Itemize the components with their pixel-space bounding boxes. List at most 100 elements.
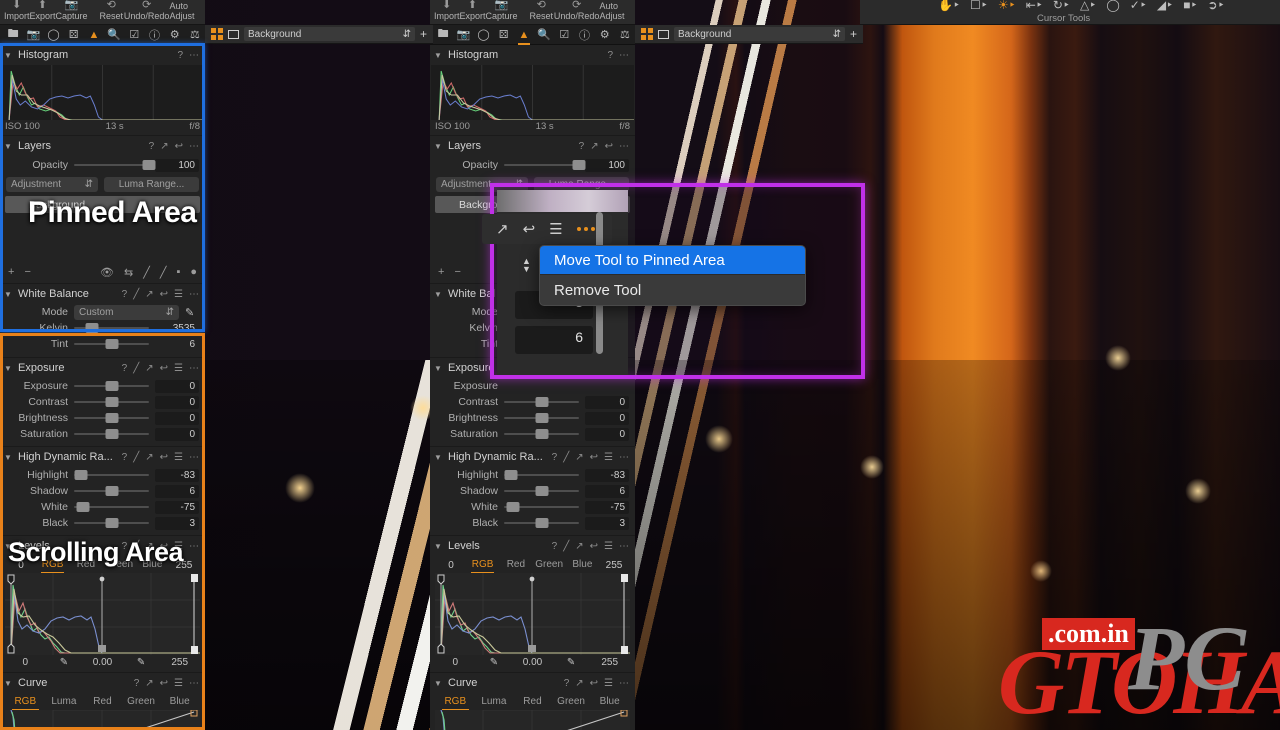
chevron-down-icon[interactable]: ▼ xyxy=(522,265,531,274)
levels-graph[interactable] xyxy=(435,573,630,655)
left-toolstrip[interactable]: 🖿 📷 ◯ ⚄ ▲ 🔍 ☑ ⓘ ⚙ ⚖ xyxy=(0,25,205,45)
eye-visibility-icon[interactable]: 👁 xyxy=(100,266,114,279)
details-loupe-icon[interactable]: 🔍 xyxy=(104,26,124,44)
levels-tab-blue[interactable]: Blue xyxy=(566,557,599,573)
menu-reset[interactable]: ⟲ Reset xyxy=(529,0,554,22)
reset-undo-icon[interactable]: ↩ xyxy=(590,541,598,552)
grid-view-icon[interactable] xyxy=(641,28,653,40)
help-icon[interactable]: ? xyxy=(122,363,128,374)
gradient-tool-icon[interactable]: ◢‣ xyxy=(1157,0,1173,12)
layer-type-row[interactable]: Adjustment ⇵ Luma Range... xyxy=(0,174,205,194)
slider-row[interactable]: Shadow 6 xyxy=(0,483,205,499)
rotate-tool-icon[interactable]: ↻‣ xyxy=(1053,0,1070,12)
wb-mode-row[interactable]: Mode Custom ⇵ ✎ xyxy=(0,304,205,320)
levels-tab-green[interactable]: Green xyxy=(533,557,566,573)
help-icon[interactable]: ? xyxy=(564,678,570,689)
slider-row[interactable]: Black 3 xyxy=(0,515,205,531)
add-layer-icon[interactable]: + xyxy=(420,27,427,41)
adjustments-icon[interactable]: ☑ xyxy=(554,26,574,44)
levels-footer[interactable]: 0 ✎ 0.00 ✎ 255 xyxy=(430,655,635,672)
help-icon[interactable]: ? xyxy=(579,141,585,152)
wb-kelvin-value[interactable]: 3535 xyxy=(155,322,199,335)
levels-channel-tabs[interactable]: 0 RGB Red Green Blue 255 xyxy=(430,556,635,573)
slider-row[interactable]: Saturation 0 xyxy=(0,426,205,442)
more-dots-icon[interactable]: ⋯ xyxy=(619,452,629,463)
slider-value[interactable]: 0 xyxy=(585,395,629,409)
straighten-tool-icon[interactable]: ⇤‣ xyxy=(1026,0,1043,12)
slider-value[interactable]: 6 xyxy=(155,484,199,498)
eyedropper-white-icon[interactable]: ✎ xyxy=(122,657,161,668)
curve-tab-blue[interactable]: Blue xyxy=(160,694,199,710)
pencil-icon[interactable]: ╱ xyxy=(133,289,139,300)
camera-icon[interactable]: 📷 xyxy=(453,26,473,44)
wb-tint-value[interactable]: 6 xyxy=(155,338,199,351)
slider-row[interactable]: Exposure xyxy=(430,378,635,394)
exposure-header[interactable]: ▼ Exposure ? ╱ ↗ ↩ ☰ ⋯ xyxy=(0,358,205,378)
reset-undo-icon[interactable]: ↩ xyxy=(160,289,168,300)
chevron-down-icon[interactable]: ▼ xyxy=(434,290,443,299)
reset-undo-icon[interactable]: ↩ xyxy=(605,141,613,152)
help-icon[interactable]: ? xyxy=(552,541,558,552)
chevron-down-icon[interactable]: ▼ xyxy=(434,453,443,462)
color-editor-icon[interactable]: ⚄ xyxy=(494,26,514,44)
expand-arrow-icon[interactable]: ↗ xyxy=(145,289,153,300)
levels-header[interactable]: ▼ Levels ? ╱ ↗ ↩ ☰ ⋯ xyxy=(430,536,635,556)
brightness-slider[interactable] xyxy=(504,413,579,423)
layers-header[interactable]: ▼ Layers ? ↗ ↩ ⋯ xyxy=(0,136,205,156)
reset-undo-icon[interactable]: ↩ xyxy=(160,363,168,374)
opacity-value[interactable]: 100 xyxy=(585,158,629,172)
hamburger-menu-icon[interactable]: ☰ xyxy=(604,452,613,463)
help-icon[interactable]: ? xyxy=(122,289,128,300)
menu-export[interactable]: ⬆ Export xyxy=(460,0,486,22)
chevron-down-icon[interactable]: ▼ xyxy=(434,364,443,373)
curve-tab-red[interactable]: Red xyxy=(83,694,122,710)
kelvin-stepper[interactable]: ▲ ▼ xyxy=(522,257,531,274)
slider-value[interactable]: 0 xyxy=(585,427,629,441)
white-slider[interactable] xyxy=(504,502,579,512)
cursor-tools-icons[interactable]: ✋‣ ☐‣ ☀‣ ⇤‣ ↻‣ △‣ ◯ ✓‣ ◢‣ ■‣ ➲‣ xyxy=(938,0,1225,12)
brush-tool-icon[interactable]: ✓‣ xyxy=(1130,0,1147,12)
chevron-down-icon[interactable]: ▼ xyxy=(4,290,13,299)
levels-white-point[interactable]: 255 xyxy=(160,657,199,668)
add-layer-icon[interactable]: + xyxy=(438,266,444,278)
curve-header[interactable]: ▼ Curve ? ↗ ↩ ☰ ⋯ xyxy=(430,673,635,693)
adjustments-icon[interactable]: ☑ xyxy=(124,26,144,44)
pencil-icon[interactable]: ╱ xyxy=(133,363,139,374)
slider-row[interactable]: Shadow 6 xyxy=(430,483,635,499)
histogram-header[interactable]: ▼ Histogram ? ⋯ xyxy=(430,45,635,65)
add-layer-icon[interactable]: + xyxy=(850,27,857,41)
details-loupe-icon[interactable]: 🔍 xyxy=(534,26,554,44)
saturation-slider[interactable] xyxy=(74,429,149,439)
luma-range-button[interactable]: Luma Range... xyxy=(104,176,199,192)
exposure-icon[interactable]: ▲ xyxy=(514,26,534,45)
slider-value[interactable]: 0 xyxy=(585,411,629,425)
slider-row[interactable]: Brightness 0 xyxy=(430,410,635,426)
menu-capture[interactable]: 📷 Capture xyxy=(486,0,518,22)
layer-dropdown[interactable]: Background ⇵ xyxy=(674,27,845,41)
lens-circle-icon[interactable]: ◯ xyxy=(473,26,493,44)
chevron-down-icon[interactable]: ▼ xyxy=(434,142,443,151)
slider-value[interactable]: 3 xyxy=(585,516,629,530)
add-layer-icon[interactable]: + xyxy=(8,266,14,278)
batch-output-icon[interactable]: ⚖ xyxy=(615,26,635,44)
mid-panel-scroll[interactable]: ▼ Histogram ? ⋯ ISO 100 13 s f/8 ▼ Layer… xyxy=(430,45,635,730)
mid-toolstrip[interactable]: 🖿 📷 ◯ ⚄ ▲ 🔍 ☑ ⓘ ⚙ ⚖ xyxy=(430,25,635,45)
wb-tint-slider[interactable] xyxy=(74,339,149,349)
slider-row[interactable]: Highlight -83 xyxy=(0,467,205,483)
curve-tab-rgb[interactable]: RGB xyxy=(436,694,475,710)
eyedropper-tool-icon[interactable]: ➲‣ xyxy=(1208,0,1225,12)
chevron-down-icon[interactable]: ▼ xyxy=(4,51,13,60)
chevron-down-icon[interactable]: ▼ xyxy=(434,542,443,551)
more-dots-icon[interactable]: ⋯ xyxy=(619,541,629,552)
expand-arrow-icon[interactable]: ↗ xyxy=(575,678,583,689)
menu-auto-adjust[interactable]: ⚙ Auto Adjust xyxy=(169,0,201,22)
help-icon[interactable]: ? xyxy=(149,141,155,152)
lens-circle-icon[interactable]: ◯ xyxy=(43,26,63,44)
menu-export[interactable]: ⬆ Export xyxy=(30,0,56,22)
slider-value[interactable]: -75 xyxy=(155,500,199,514)
slider-value[interactable]: -83 xyxy=(155,468,199,482)
layer-dropdown[interactable]: Background ⇵ xyxy=(244,27,415,41)
black-slider[interactable] xyxy=(504,518,579,528)
layer-opacity-row[interactable]: Opacity 100 xyxy=(0,156,205,174)
shadow-slider[interactable] xyxy=(504,486,579,496)
